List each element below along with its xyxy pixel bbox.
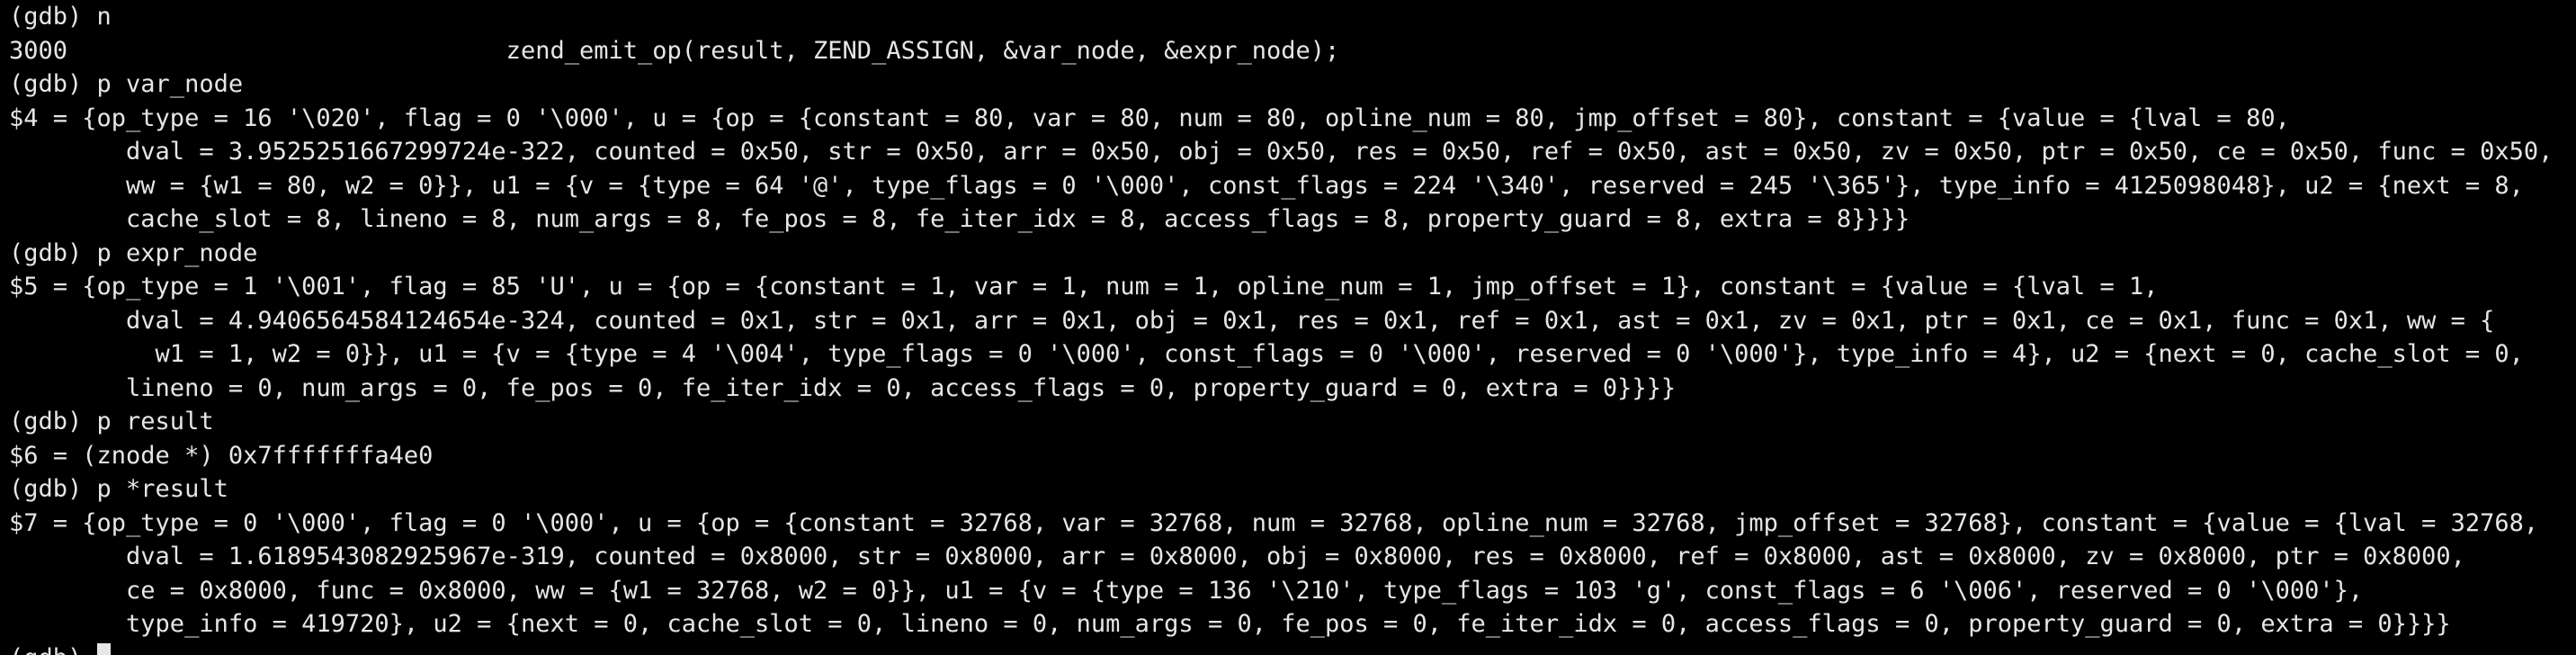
terminal-line: $7 = {op_type = 0 '\000', flag = 0 '\000… — [9, 508, 2539, 537]
terminal-line: $6 = (znode *) 0x7fffffffa4e0 — [9, 441, 434, 470]
terminal-line: 3000 zend_emit_op(result, ZEND_ASSIGN, &… — [9, 36, 1340, 65]
text-cursor — [96, 642, 111, 655]
terminal-line: ww = {w1 = 80, w2 = 0}}, u1 = {v = {type… — [9, 171, 2524, 200]
terminal-line: (gdb) p var_node — [9, 70, 244, 98]
terminal-line: $4 = {op_type = 16 '\020', flag = 0 '\00… — [9, 103, 2290, 132]
prompt-line[interactable]: (gdb) — [9, 642, 2576, 655]
terminal-line: lineno = 0, num_args = 0, fe_pos = 0, fe… — [9, 373, 1677, 402]
terminal-line: (gdb) n — [9, 3, 112, 31]
terminal-line: $5 = {op_type = 1 '\001', flag = 85 'U',… — [9, 273, 2159, 301]
terminal-line: type_info = 419720}, u2 = {next = 0, cac… — [9, 610, 2451, 638]
terminal-line: ce = 0x8000, func = 0x8000, ww = {w1 = 3… — [9, 576, 2364, 605]
terminal-line: dval = 4.9406564584124654e-324, counted … — [9, 306, 2495, 335]
terminal-line: dval = 1.6189543082925967e-319, counted … — [9, 543, 2465, 570]
terminal-line: (gdb) p result — [9, 408, 214, 435]
gdb-prompt: (gdb) — [9, 644, 97, 655]
terminal-line: dval = 3.9525251667299724e-322, counted … — [9, 138, 2554, 166]
terminal-line: (gdb) p *result — [9, 475, 228, 503]
terminal-line: cache_slot = 8, lineno = 8, num_args = 8… — [9, 205, 1910, 233]
terminal-line: (gdb) p expr_node — [9, 238, 258, 267]
terminal-window[interactable]: (gdb) n 3000 zend_emit_op(result, ZEND_A… — [0, 0, 2576, 655]
terminal-line: w1 = 1, w2 = 0}}, u1 = {v = {type = 4 '\… — [9, 340, 2524, 368]
